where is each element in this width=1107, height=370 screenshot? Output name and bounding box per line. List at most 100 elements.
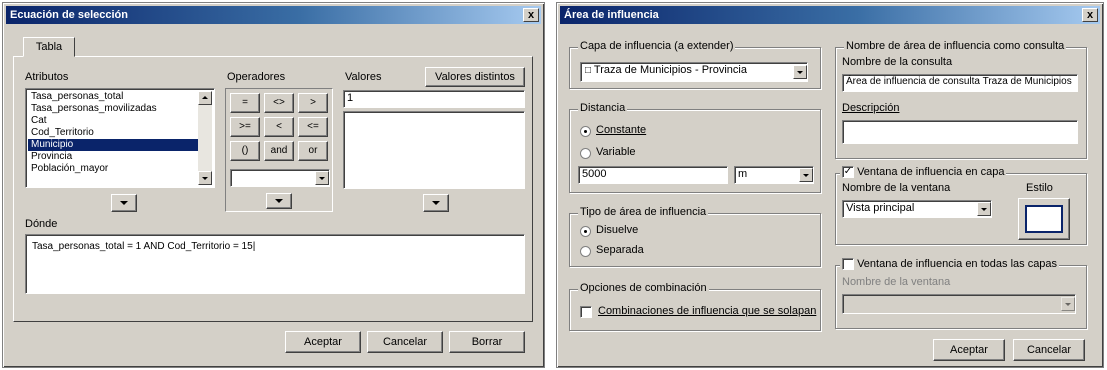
other-window-header: Ventana de influencia en todas las capas xyxy=(840,258,1060,271)
window-name-value: Vista principal xyxy=(846,202,915,214)
dissolve-radio[interactable] xyxy=(580,226,591,237)
operator-combo[interactable] xyxy=(230,169,330,187)
chevron-down-icon[interactable] xyxy=(1061,297,1075,311)
distance-input[interactable]: 5000 xyxy=(578,166,728,184)
query-group-label: Nombre de área de influencia como consul… xyxy=(844,40,1067,52)
description-input[interactable] xyxy=(842,120,1078,144)
accept-button[interactable]: Aceptar xyxy=(285,331,361,353)
unit-select[interactable]: m xyxy=(734,166,814,184)
attribute-item[interactable]: Población_mayor xyxy=(28,163,198,175)
variable-radio[interactable] xyxy=(580,148,591,159)
operators-panel: = <> > >= < <= () and or xyxy=(225,88,333,212)
close-button[interactable]: x xyxy=(1082,8,1098,22)
insert-operator-button[interactable] xyxy=(266,193,292,209)
constant-label: Constante xyxy=(596,124,647,136)
layer-select[interactable]: □ Traza de Municipios - Provincia xyxy=(580,62,808,82)
unit-value: m xyxy=(738,168,748,180)
window-check-label: Ventana de influencia en capa xyxy=(857,166,1005,178)
values-label: Valores xyxy=(345,71,382,83)
title-bar: Área de influencia x xyxy=(560,6,1100,24)
scroll-down-button[interactable] xyxy=(198,171,212,185)
attributes-list[interactable]: Tasa_personas_total Tasa_personas_moviliz… xyxy=(25,88,215,188)
window-name-label: Nombre de la ventana xyxy=(842,182,951,194)
chevron-down-icon[interactable] xyxy=(315,171,329,185)
operators-label: Operadores xyxy=(227,71,286,83)
text-cursor: | xyxy=(252,241,256,252)
window-name-select[interactable]: Vista principal xyxy=(842,200,992,218)
operator-button[interactable]: () xyxy=(230,141,260,161)
other-name-label: Nombre de la ventana xyxy=(842,276,951,288)
attribute-item[interactable]: Cod_Territorio xyxy=(28,127,198,139)
values-list[interactable] xyxy=(343,111,525,189)
dialog-title: Área de influencia xyxy=(564,9,659,21)
close-button[interactable]: x xyxy=(523,8,539,22)
distinct-values-button[interactable]: Valores distintos xyxy=(425,67,525,87)
attribute-item[interactable]: Cat xyxy=(28,115,198,127)
layer-group: Capa de influencia (a extender) □ Traza … xyxy=(569,40,821,89)
cancel-label: Cancelar xyxy=(1026,344,1072,356)
other-window-checkbox[interactable] xyxy=(842,258,854,271)
variable-label: Variable xyxy=(596,146,636,158)
scroll-up-button[interactable] xyxy=(198,91,212,105)
query-name-label: Nombre de la consulta xyxy=(842,56,953,68)
operator-button[interactable]: >= xyxy=(230,117,260,137)
other-window-group: Ventana de influencia en todas las capas… xyxy=(835,258,1087,329)
tab-label: Tabla xyxy=(35,41,63,53)
operator-button[interactable]: <> xyxy=(264,93,294,113)
title-bar: Ecuación de selección x xyxy=(6,6,541,24)
tab-tabla[interactable]: Tabla xyxy=(23,37,75,57)
distance-group-label: Distancia xyxy=(578,102,628,114)
chevron-down-icon[interactable] xyxy=(793,65,807,79)
distinct-values-label: Valores distintos xyxy=(435,71,515,83)
window-group: ✓ Ventana de influencia en capa Nombre d… xyxy=(835,166,1087,245)
attribute-item[interactable]: Provincia xyxy=(28,151,198,163)
insert-attribute-button[interactable] xyxy=(111,194,137,212)
query-name-input[interactable]: Área de influencia de consulta Traza de … xyxy=(842,74,1078,92)
accept-label: Aceptar xyxy=(304,336,342,348)
style-button[interactable] xyxy=(1018,198,1070,240)
where-label: Dónde xyxy=(25,218,58,230)
operator-button[interactable]: <= xyxy=(298,117,328,137)
operator-button[interactable]: and xyxy=(264,141,294,161)
dialog-title: Ecuación de selección xyxy=(10,9,128,21)
constant-radio[interactable] xyxy=(580,126,591,137)
buffer-dialog: Área de influencia x Capa de influencia … xyxy=(556,2,1104,368)
layer-icon: □ xyxy=(585,65,592,76)
attributes-label: Atributos xyxy=(25,71,69,83)
region-group-label: Tipo de área de influencia xyxy=(578,206,709,218)
operator-button[interactable]: = xyxy=(230,93,260,113)
separate-radio[interactable] xyxy=(580,246,591,257)
window-checkbox[interactable]: ✓ xyxy=(842,166,854,179)
insert-value-button[interactable] xyxy=(423,194,449,212)
clear-label: Borrar xyxy=(471,336,503,348)
layer-group-label: Capa de influencia (a extender) xyxy=(578,40,736,52)
chevron-down-icon[interactable] xyxy=(977,202,991,216)
cancel-button[interactable]: Cancelar xyxy=(367,331,443,353)
combination-checkbox[interactable] xyxy=(580,306,592,318)
style-preview-icon xyxy=(1025,205,1063,233)
where-textarea[interactable]: Tasa_personas_total = 1 AND Cod_Territor… xyxy=(25,234,525,294)
region-type-group: Tipo de área de influencia Disuelve Sepa… xyxy=(569,206,821,267)
cancel-button[interactable]: Cancelar xyxy=(1013,339,1085,361)
query-group: Nombre de área de influencia como consul… xyxy=(835,40,1087,159)
separate-label: Separada xyxy=(596,244,644,256)
combination-label: Combinaciones de influencia que se solap… xyxy=(598,305,817,317)
operator-button[interactable]: > xyxy=(298,93,328,113)
operator-button[interactable]: or xyxy=(298,141,328,161)
accept-label: Aceptar xyxy=(950,344,988,356)
other-name-select[interactable] xyxy=(842,294,1076,314)
style-label: Estilo xyxy=(1026,182,1053,194)
attribute-item[interactable]: Municipio xyxy=(28,139,198,151)
dissolve-label: Disuelve xyxy=(596,224,639,236)
attribute-item[interactable]: Tasa_personas_total xyxy=(28,91,198,103)
values-input[interactable]: 1 xyxy=(343,90,525,108)
window-group-header: ✓ Ventana de influencia en capa xyxy=(840,166,1007,179)
operator-button[interactable]: < xyxy=(264,117,294,137)
cancel-label: Cancelar xyxy=(382,336,428,348)
chevron-down-icon[interactable] xyxy=(799,168,813,182)
clear-button[interactable]: Borrar xyxy=(449,331,525,353)
attributes-scrollbar[interactable] xyxy=(198,91,212,185)
attribute-item[interactable]: Tasa_personas_movilizadas xyxy=(28,103,198,115)
accept-button[interactable]: Aceptar xyxy=(933,339,1005,361)
options-group-label: Opciones de combinación xyxy=(578,282,709,294)
